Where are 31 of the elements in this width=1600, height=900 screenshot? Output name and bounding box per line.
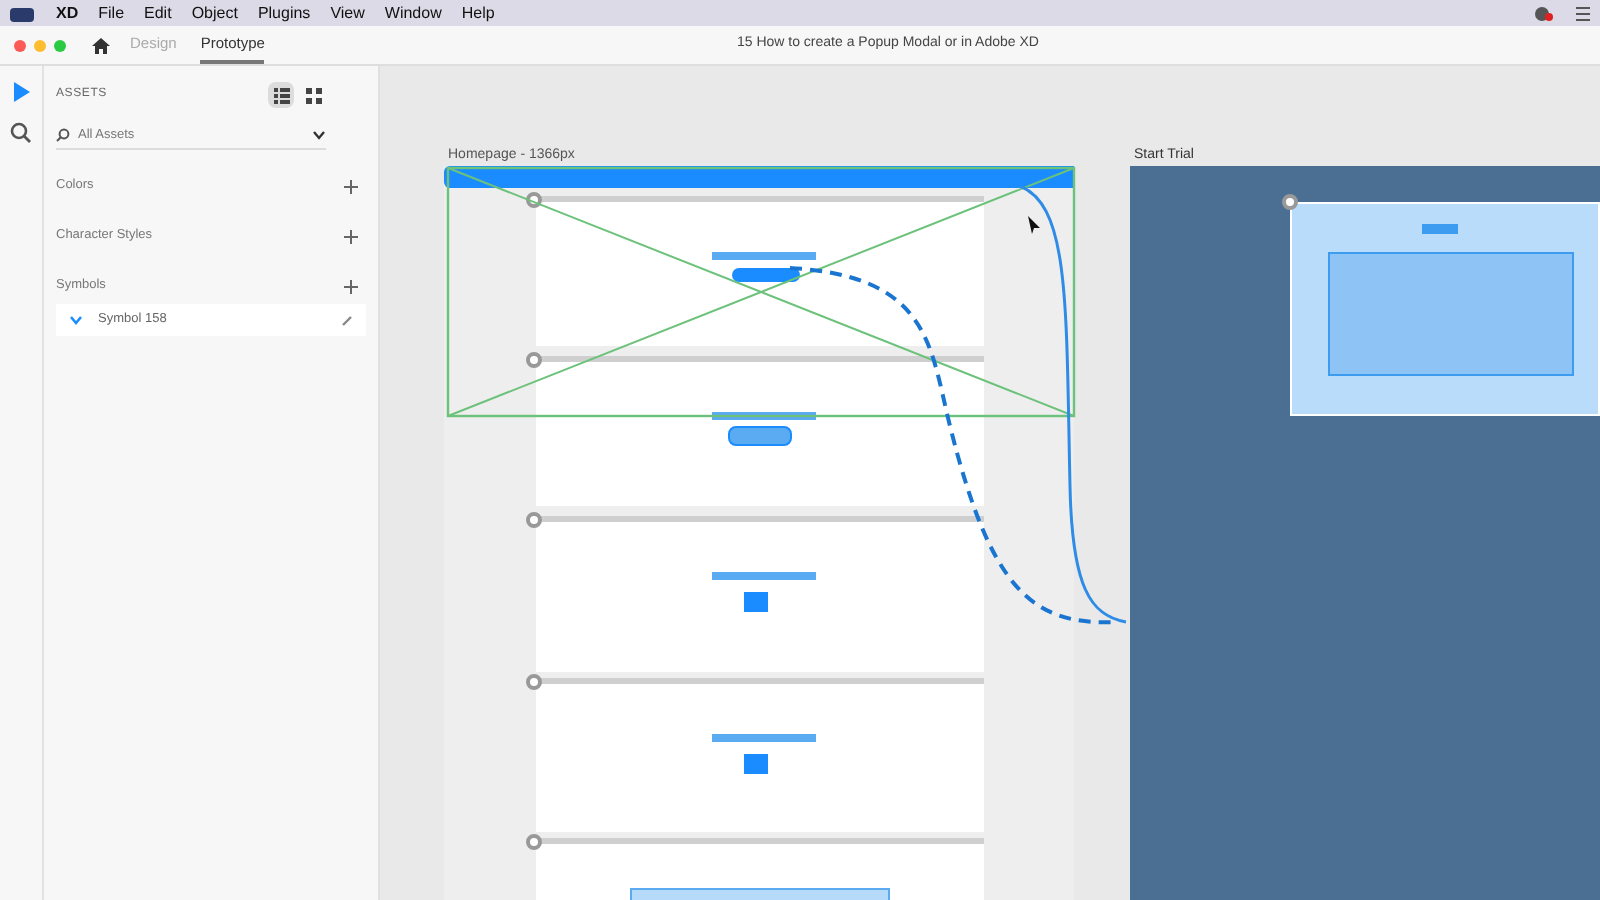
app-name[interactable]: XD [56, 1, 79, 25]
label-bar [712, 412, 816, 420]
grid-view-button[interactable] [300, 82, 326, 108]
recording-icon [1534, 5, 1554, 21]
close-window-icon[interactable] [14, 39, 26, 51]
pencil-icon[interactable] [342, 315, 352, 325]
label-bar [712, 572, 816, 580]
add-icon[interactable] [344, 229, 358, 243]
app-logo-icon[interactable] [8, 3, 36, 23]
label-bar [1422, 224, 1458, 234]
menu-item[interactable]: Object [191, 1, 238, 25]
home-icon[interactable] [92, 37, 110, 53]
label-bar [712, 252, 816, 260]
cta-button-shape [732, 268, 800, 282]
list-view-button[interactable] [268, 82, 294, 108]
add-icon[interactable] [344, 179, 358, 193]
chevron-down-icon[interactable] [312, 130, 326, 140]
menu-item[interactable]: Window [384, 1, 442, 25]
menu-item[interactable]: File [98, 1, 125, 25]
add-icon[interactable] [344, 279, 358, 293]
image-icon [744, 592, 768, 612]
menu-item[interactable]: View [330, 1, 365, 25]
search-icon [56, 128, 70, 142]
menu-item[interactable]: Edit [144, 1, 172, 25]
menu-item[interactable]: Help [461, 1, 495, 25]
image-icon [744, 754, 768, 774]
pointer-tool-icon[interactable] [11, 82, 31, 104]
label-bar [712, 734, 816, 742]
menu-item[interactable]: Plugins [257, 1, 311, 25]
cursor-icon [1028, 216, 1040, 234]
search-icon[interactable] [10, 122, 32, 144]
